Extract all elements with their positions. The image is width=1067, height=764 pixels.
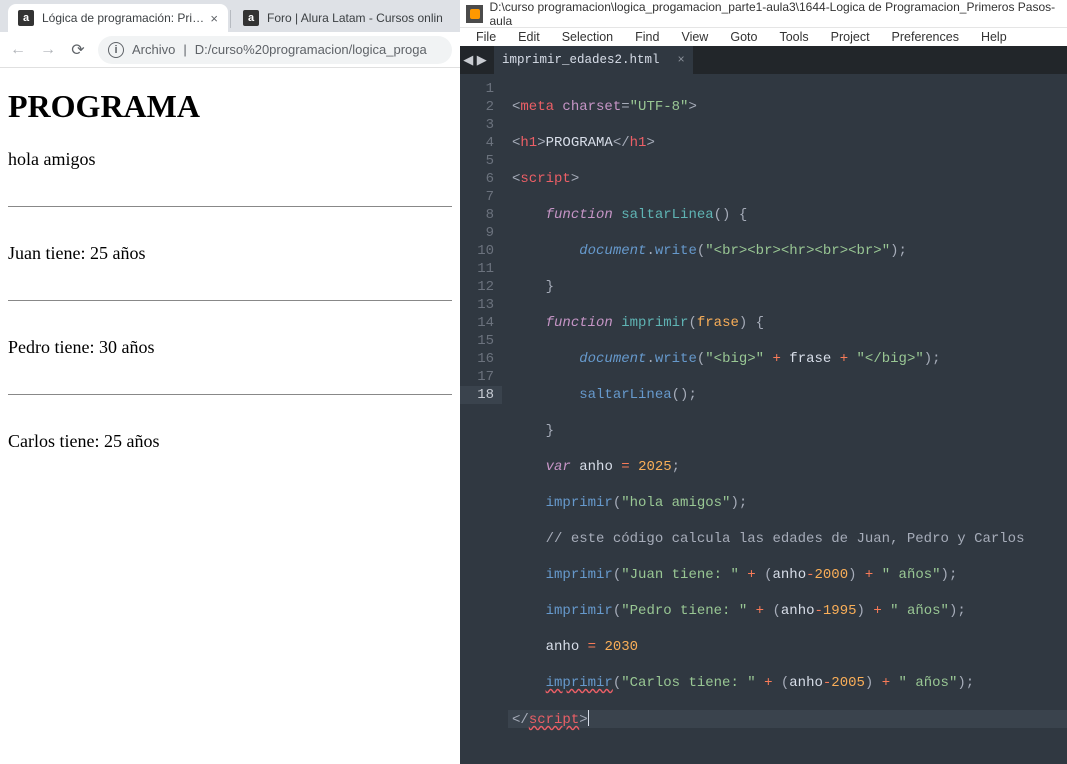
menu-tools[interactable]: Tools [769, 28, 818, 46]
close-icon[interactable]: × [678, 53, 685, 67]
tab-label: Lógica de programación: Primero [42, 11, 204, 25]
sublime-app-icon [466, 5, 483, 23]
editor-tab-label: imprimir_edades2.html [502, 53, 660, 67]
address-label: Archivo [132, 42, 175, 57]
page-content: PROGRAMA hola amigos Juan tiene: 25 años… [0, 68, 460, 462]
menu-project[interactable]: Project [821, 28, 880, 46]
close-icon[interactable]: × [210, 11, 218, 26]
tab-label: Foro | Alura Latam - Cursos onlin [267, 11, 443, 25]
tab-strip: a Lógica de programación: Primero × a Fo… [0, 0, 460, 32]
info-icon[interactable]: i [108, 42, 124, 58]
toolbar: ← → ⟳ i Archivo | D:/curso%20programacio… [0, 32, 460, 68]
reload-icon[interactable]: ⟳ [68, 40, 88, 60]
favicon-icon: a [243, 10, 259, 26]
editor-body: ◀ ▶ imprimir_edades2.html × 1234 5678 91… [460, 46, 1067, 764]
text-cursor [588, 710, 589, 726]
page-title: PROGRAMA [8, 88, 452, 125]
address-sep: | [183, 42, 186, 57]
output-line: Pedro tiene: 30 años [8, 337, 452, 358]
code-editor[interactable]: 1234 5678 9101112 13141516 1718 <meta ch… [460, 74, 1067, 764]
menu-bar: File Edit Selection Find View Goto Tools… [460, 28, 1067, 46]
menu-preferences[interactable]: Preferences [882, 28, 969, 46]
editor-tabstrip: imprimir_edades2.html × [460, 46, 1067, 74]
menu-goto[interactable]: Goto [720, 28, 767, 46]
address-path: D:/curso%20programacion/logica_proga [195, 42, 427, 57]
menu-find[interactable]: Find [625, 28, 669, 46]
menu-selection[interactable]: Selection [552, 28, 623, 46]
address-bar[interactable]: i Archivo | D:/curso%20programacion/logi… [98, 36, 452, 64]
output-line: hola amigos [8, 149, 452, 170]
menu-help[interactable]: Help [971, 28, 1017, 46]
sublime-window: D:\curso programacion\logica_progamacion… [460, 0, 1067, 588]
window-title: D:\curso programacion\logica_progamacion… [489, 0, 1061, 28]
sidebar-toggle-icon[interactable]: ◀ ▶ [460, 46, 490, 74]
menu-edit[interactable]: Edit [508, 28, 550, 46]
editor-tab[interactable]: imprimir_edades2.html × [494, 46, 693, 74]
forward-icon[interactable]: → [38, 41, 58, 59]
back-icon[interactable]: ← [8, 41, 28, 59]
chrome-window: a Lógica de programación: Primero × a Fo… [0, 0, 460, 588]
line-number-gutter: 1234 5678 9101112 13141516 1718 [460, 74, 502, 764]
tab-separator [230, 10, 231, 28]
tab-1[interactable]: a Lógica de programación: Primero × [8, 4, 228, 32]
menu-view[interactable]: View [671, 28, 718, 46]
output-line: Juan tiene: 25 años [8, 243, 452, 264]
menu-file[interactable]: File [466, 28, 506, 46]
window-titlebar[interactable]: D:\curso programacion\logica_progamacion… [460, 0, 1067, 28]
favicon-icon: a [18, 10, 34, 26]
code-area[interactable]: <meta charset="UTF-8"> <h1>PROGRAMA</h1>… [502, 74, 1067, 764]
tab-2[interactable]: a Foro | Alura Latam - Cursos onlin [233, 4, 453, 32]
output-line: Carlos tiene: 25 años [8, 431, 452, 452]
